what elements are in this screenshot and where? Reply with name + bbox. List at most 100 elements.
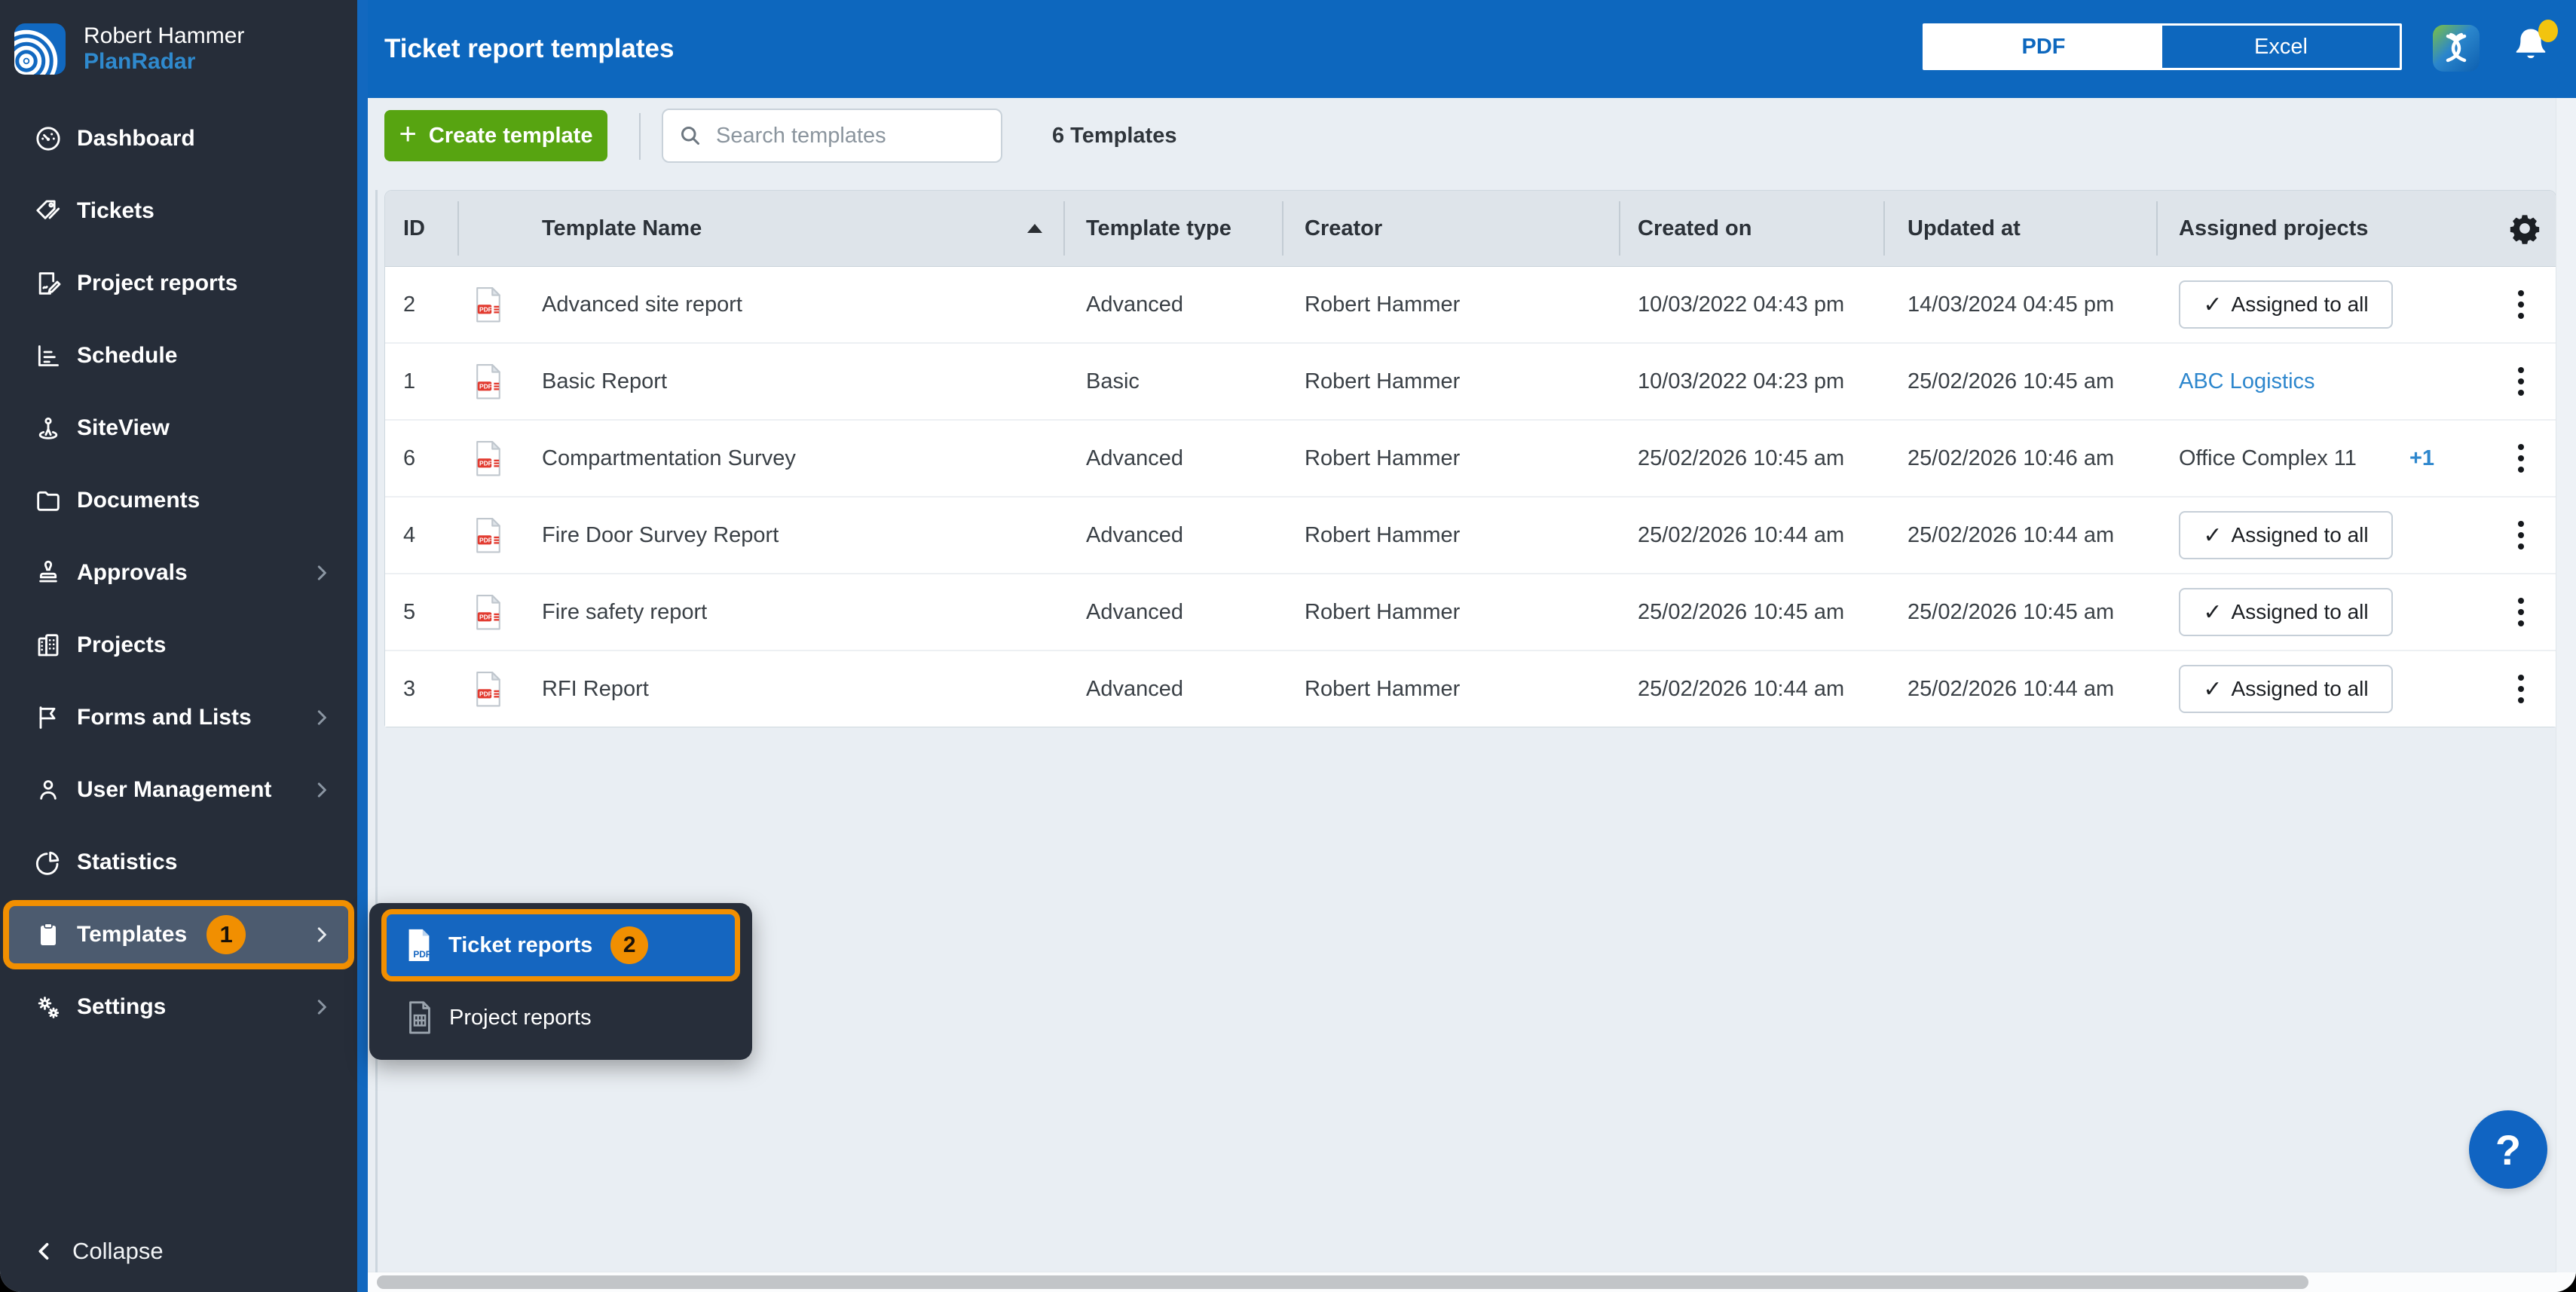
cell-updated-at: 25/02/2026 10:44 am — [1908, 498, 2114, 573]
column-header-creator[interactable]: Creator — [1305, 191, 1382, 266]
dashboard-icon — [33, 124, 63, 154]
column-header-created-on[interactable]: Created on — [1638, 191, 1751, 266]
sidebar-item-tickets[interactable]: Tickets — [0, 175, 357, 247]
column-separator — [1619, 201, 1620, 256]
sidebar-item-settings[interactable]: Settings — [0, 971, 357, 1043]
pdf-file-icon: PDF — [474, 344, 503, 419]
assigned-to-all-button[interactable]: ✓Assigned to all — [2179, 511, 2393, 559]
submenu-item-project-reports[interactable]: Project reports — [369, 981, 752, 1054]
forms-icon — [33, 703, 63, 733]
column-separator — [457, 201, 459, 256]
column-header-id[interactable]: ID — [403, 191, 425, 266]
help-button[interactable]: ? — [2469, 1110, 2547, 1189]
table-header-row: ID Template Name Template type Creator Creat… — [385, 191, 2556, 267]
column-settings-gear-icon[interactable] — [2507, 211, 2542, 246]
create-template-button[interactable]: + Create template — [384, 110, 607, 161]
sidebar-item-schedule[interactable]: Schedule — [0, 320, 357, 392]
assigned-to-all-button[interactable]: ✓Assigned to all — [2179, 280, 2393, 329]
sidebar-item-project-reports[interactable]: Project reports — [0, 247, 357, 320]
cell-template-name: Basic Report — [542, 344, 667, 419]
sort-ascending-icon — [1027, 224, 1042, 233]
cell-template-type: Basic — [1086, 344, 1140, 419]
sidebar-item-label: Approvals — [77, 560, 188, 586]
sidebar-item-forms-and-lists[interactable]: Forms and Lists — [0, 681, 357, 754]
chevron-right-icon — [311, 923, 333, 946]
svg-text:PDF: PDF — [479, 690, 492, 698]
column-separator — [2156, 201, 2158, 256]
excel-toggle-button[interactable]: Excel — [2162, 26, 2400, 68]
sidebar: Robert Hammer PlanRadar Dashboard Tickets… — [0, 0, 357, 1292]
planradar-connect-icon[interactable] — [2433, 25, 2480, 72]
sidebar-item-label: Tickets — [77, 198, 154, 224]
brand-name: PlanRadar — [84, 49, 244, 75]
sidebar-item-label: SiteView — [77, 415, 170, 441]
row-actions-kebab-icon[interactable] — [2512, 439, 2530, 478]
schedule-icon — [33, 341, 63, 371]
check-icon: ✓ — [2203, 599, 2222, 626]
column-header-updated-at[interactable]: Updated at — [1908, 191, 2021, 266]
notifications-bell-icon[interactable] — [2507, 23, 2555, 74]
assigned-to-all-button[interactable]: ✓Assigned to all — [2179, 665, 2393, 713]
sidebar-item-user-management[interactable]: User Management — [0, 754, 357, 826]
statistics-icon — [33, 847, 63, 877]
row-actions-kebab-icon[interactable] — [2512, 516, 2530, 555]
pdf-file-icon: PDF — [402, 926, 436, 964]
horizontal-scrollbar-track[interactable] — [368, 1272, 2576, 1292]
table-row[interactable]: 1PDFBasic ReportBasicRobert Hammer10/03/… — [385, 344, 2556, 421]
submenu-item-ticket-reports[interactable]: PDFTicket reports2 — [381, 909, 740, 981]
cell-template-type: Advanced — [1086, 267, 1183, 342]
table-row[interactable]: 5PDFFire safety reportAdvancedRobert Ham… — [385, 574, 2556, 651]
pdf-file-icon: PDF — [474, 574, 503, 650]
column-header-assigned-projects[interactable]: Assigned projects — [2179, 191, 2368, 266]
sidebar-item-templates[interactable]: Templates1 — [3, 900, 354, 969]
search-input[interactable] — [714, 123, 966, 149]
pdf-file-icon: PDF — [474, 267, 503, 342]
sidebar-item-label: Settings — [77, 994, 166, 1020]
table-row[interactable]: 6PDFCompartmentation SurveyAdvancedRober… — [385, 421, 2556, 498]
siteview-icon — [33, 413, 63, 443]
cell-created-on: 25/02/2026 10:44 am — [1638, 498, 1844, 573]
cell-template-type: Advanced — [1086, 421, 1183, 496]
table-row[interactable]: 2PDFAdvanced site reportAdvancedRobert H… — [385, 267, 2556, 344]
table-row[interactable]: 4PDFFire Door Survey ReportAdvancedRober… — [385, 498, 2556, 574]
svg-text:PDF: PDF — [479, 383, 492, 390]
sidebar-nav: Dashboard Tickets Project reportsSchedule S… — [0, 103, 357, 1043]
app-window: Robert Hammer PlanRadar Dashboard Tickets… — [0, 0, 2576, 1292]
pdf-toggle-button[interactable]: PDF — [1925, 26, 2162, 68]
column-separator — [1282, 201, 1283, 256]
column-header-template-type[interactable]: Template type — [1086, 191, 1231, 266]
sidebar-item-dashboard[interactable]: Dashboard — [0, 103, 357, 175]
sidebar-item-statistics[interactable]: Statistics — [0, 826, 357, 899]
assigned-label: Assigned to all — [2232, 677, 2369, 701]
notification-dot — [2538, 20, 2558, 42]
row-actions-kebab-icon[interactable] — [2512, 592, 2530, 632]
sidebar-item-siteview[interactable]: SiteView — [0, 392, 357, 464]
cell-template-name: Advanced site report — [542, 267, 742, 342]
pdf-file-icon: PDF — [474, 651, 503, 727]
approvals-icon — [33, 558, 63, 588]
horizontal-scrollbar-thumb[interactable] — [377, 1275, 2308, 1289]
assigned-project-name: Office Complex 11 — [2179, 421, 2357, 496]
cell-created-on: 25/02/2026 10:44 am — [1638, 651, 1844, 727]
row-actions-kebab-icon[interactable] — [2512, 285, 2530, 324]
table-body: 2 PDF Advanced site report Advanced Robert H… — [385, 267, 2556, 727]
assigned-to-all-button[interactable]: ✓Assigned to all — [2179, 588, 2393, 636]
pdf-file-icon: PDF — [474, 498, 503, 573]
vertical-scrollbar-track[interactable] — [2556, 98, 2576, 1272]
sidebar-item-approvals[interactable]: Approvals — [0, 537, 357, 609]
table-row[interactable]: 3PDFRFI ReportAdvancedRobert Hammer25/02… — [385, 651, 2556, 727]
row-actions-kebab-icon[interactable] — [2512, 669, 2530, 709]
column-header-template-name[interactable]: Template Name — [542, 191, 702, 266]
more-projects-link[interactable]: +1 — [2409, 421, 2434, 496]
sidebar-item-label: Dashboard — [77, 126, 195, 152]
cell-id: 2 — [403, 267, 415, 342]
sidebar-item-documents[interactable]: Documents — [0, 464, 357, 537]
check-icon: ✓ — [2203, 522, 2222, 549]
assigned-project-link[interactable]: ABC Logistics — [2179, 344, 2315, 419]
collapse-button[interactable]: Collapse — [0, 1229, 357, 1274]
row-actions-kebab-icon[interactable] — [2512, 362, 2530, 401]
sidebar-item-projects[interactable]: Projects — [0, 609, 357, 681]
submenu-item-label: Ticket reports — [448, 933, 592, 958]
cell-creator: Robert Hammer — [1305, 651, 1460, 727]
account-header[interactable]: Robert Hammer PlanRadar — [0, 0, 357, 98]
